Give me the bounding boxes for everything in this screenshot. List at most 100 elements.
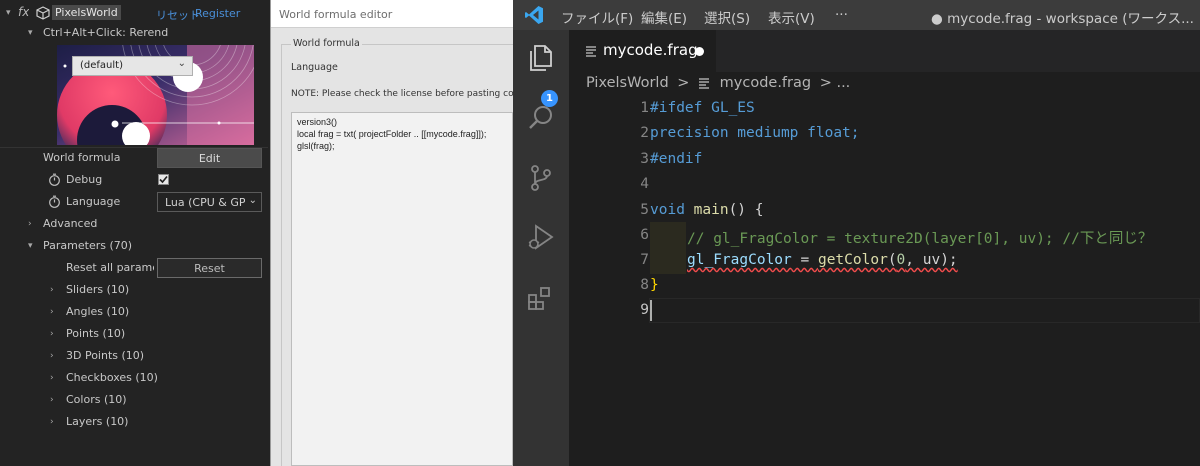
code-punct: () {: [728, 202, 764, 218]
vscode-window: ファイル(F) 編集(E) 選択(S) 表示(V) ··· ● mycode.f…: [513, 0, 1200, 466]
rerender-hint-row: ▾ Ctrl+Alt+Click: Rerend: [0, 22, 268, 44]
line-number-gutter: 1 2 3 4 5 6 7 8 9: [569, 96, 649, 466]
formula-code-textarea[interactable]: version3() local frag = txt( projectFold…: [291, 112, 513, 466]
line-number: 6: [640, 227, 649, 243]
license-note: NOTE: Please check the license before pa…: [291, 89, 525, 99]
code-punct: , uv);: [905, 252, 958, 268]
reset-all-row: Reset all paramet Reset: [0, 257, 268, 279]
reset-all-label: Reset all paramet: [66, 261, 154, 274]
param-group-row[interactable]: › Checkboxes (10): [0, 367, 268, 389]
expand-arrow-icon[interactable]: ›: [50, 395, 54, 405]
editor-language-select[interactable]: (default) ⌄: [72, 56, 193, 76]
language-value: Lua (CPU & GPU: [165, 196, 245, 209]
number-literal: 0: [896, 252, 906, 268]
edit-button[interactable]: Edit: [157, 148, 262, 168]
menu-selection[interactable]: 選択(S): [704, 7, 750, 27]
explorer-files-icon[interactable]: [525, 42, 557, 74]
debug-row: Debug: [0, 169, 268, 191]
reset-link[interactable]: リセット: [156, 7, 200, 23]
expand-arrow-icon[interactable]: ›: [50, 373, 54, 383]
line-number: 7: [640, 252, 649, 268]
expand-arrow-icon[interactable]: ›: [50, 307, 54, 317]
parameters-row[interactable]: ▾ Parameters (70): [0, 235, 268, 257]
extensions-icon[interactable]: [525, 282, 557, 314]
param-group-label: 3D Points (10): [66, 349, 145, 362]
param-group-label: Sliders (10): [66, 283, 130, 296]
reset-button[interactable]: Reset: [157, 258, 262, 278]
editor-language-label: Language: [291, 62, 338, 73]
code-line-7[interactable]: gl_FragColor = getColor(0, uv);: [687, 252, 958, 268]
indent-highlight: [650, 222, 686, 274]
param-group-row[interactable]: › Angles (10): [0, 301, 268, 323]
line-number: 8: [640, 277, 649, 293]
file-lines-icon: [699, 78, 710, 89]
register-link[interactable]: Register: [195, 7, 240, 20]
expand-arrow-icon[interactable]: ›: [28, 219, 32, 229]
code-line-2[interactable]: precision mediump float;: [650, 125, 860, 141]
code-line-1[interactable]: #ifdef GL_ES: [650, 100, 755, 116]
param-group-label: Angles (10): [66, 305, 130, 318]
language-label: Language: [66, 195, 121, 208]
checkmark-icon: [159, 175, 168, 184]
breadcrumb-file[interactable]: mycode.frag: [720, 75, 811, 91]
param-group-row[interactable]: › Sliders (10): [0, 279, 268, 301]
file-lines-icon: [586, 46, 596, 57]
collapse-arrow-icon[interactable]: ▾: [28, 241, 33, 251]
menu-edit[interactable]: 編集(E): [641, 7, 687, 27]
advanced-label: Advanced: [43, 217, 98, 230]
expand-arrow-icon[interactable]: ›: [50, 351, 54, 361]
param-group-row[interactable]: › Layers (10): [0, 411, 268, 433]
expand-arrow-icon[interactable]: ›: [50, 329, 54, 339]
param-group-row[interactable]: › 3D Points (10): [0, 345, 268, 367]
editor-window-title: World formula editor: [271, 0, 514, 28]
chevron-down-icon: ⌄: [177, 58, 186, 69]
param-group-row[interactable]: › Points (10): [0, 323, 268, 345]
menu-more[interactable]: ···: [835, 7, 848, 23]
unsaved-dot-icon[interactable]: [695, 47, 704, 56]
vscode-logo-icon: [525, 6, 543, 24]
fx-toggle[interactable]: fx: [18, 5, 29, 19]
code-operator: =: [791, 252, 818, 268]
param-group-label: Colors (10): [66, 393, 127, 406]
run-debug-icon[interactable]: [525, 222, 557, 254]
breadcrumb: PixelsWorld > mycode.frag > ...: [586, 75, 850, 91]
world-formula-row: World formula Edit: [0, 147, 268, 169]
code-line-3[interactable]: #endif: [650, 151, 702, 167]
breadcrumb-more[interactable]: > ...: [820, 75, 851, 91]
language-row: Language Lua (CPU & GPU ⌄: [0, 191, 268, 213]
line-number: 9: [640, 302, 649, 318]
debug-label: Debug: [66, 173, 103, 186]
expand-arrow-icon[interactable]: ▾: [28, 28, 33, 38]
parameters-label: Parameters (70): [43, 239, 133, 252]
function-main: main: [693, 202, 729, 218]
source-control-icon[interactable]: [525, 162, 557, 194]
menu-view[interactable]: 表示(V): [768, 7, 815, 27]
keyword-void: void: [650, 202, 685, 218]
code-line-6-comment[interactable]: // gl_FragColor = texture2D(layer[0], uv…: [687, 227, 1152, 248]
plugin-name: PixelsWorld: [52, 5, 121, 20]
line-number: 3: [640, 151, 649, 167]
tab-label: mycode.frag: [603, 41, 698, 59]
menu-file[interactable]: ファイル(F): [561, 7, 633, 27]
code-line-8[interactable]: }: [650, 277, 659, 293]
cube-icon: [36, 6, 50, 20]
search-icon[interactable]: [525, 102, 557, 134]
function-getcolor: getColor: [817, 252, 888, 268]
stopwatch-icon[interactable]: [48, 195, 61, 208]
tab-mycode-frag[interactable]: mycode.frag: [569, 30, 716, 72]
advanced-row[interactable]: › Advanced: [0, 213, 268, 235]
expand-arrow-icon[interactable]: ›: [50, 285, 54, 295]
code-line-5[interactable]: void main() {: [650, 202, 764, 218]
vscode-titlebar: ファイル(F) 編集(E) 選択(S) 表示(V) ··· ● mycode.f…: [513, 0, 1200, 30]
param-group-row[interactable]: › Colors (10): [0, 389, 268, 411]
stopwatch-icon[interactable]: [48, 173, 61, 186]
language-dropdown[interactable]: Lua (CPU & GPU ⌄: [157, 192, 262, 212]
collapse-arrow-icon[interactable]: ▾: [6, 8, 11, 18]
debug-checkbox[interactable]: [158, 174, 169, 185]
rerender-hint: Ctrl+Alt+Click: Rerend: [43, 26, 169, 39]
window-title: ● mycode.frag - workspace (ワークス...: [931, 11, 1194, 27]
expand-arrow-icon[interactable]: ›: [50, 417, 54, 427]
line-number: 1: [640, 100, 649, 116]
line-number: 4: [640, 176, 649, 192]
breadcrumb-folder[interactable]: PixelsWorld: [586, 75, 669, 91]
